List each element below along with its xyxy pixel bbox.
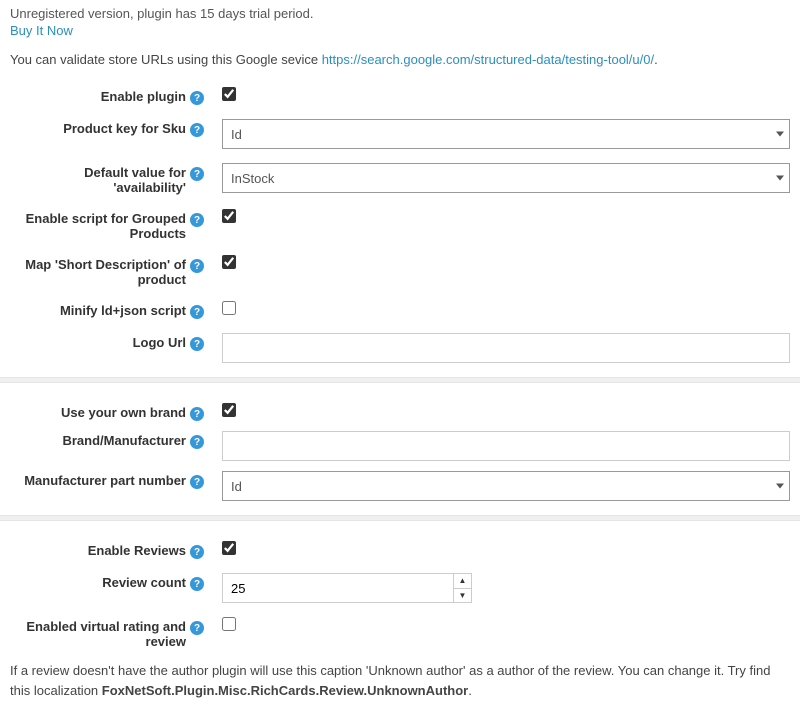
spinner-up-icon[interactable]: ▲ <box>454 574 471 589</box>
note-key: FoxNetSoft.Plugin.Misc.RichCards.Review.… <box>102 683 468 698</box>
enable-plugin-label: Enable plugin <box>101 89 186 104</box>
review-count-stepper[interactable]: ▲ ▼ <box>222 573 472 603</box>
default-availability-label: Default value for 'availability' <box>10 165 186 195</box>
enable-grouped-checkbox[interactable] <box>222 209 236 223</box>
help-icon[interactable]: ? <box>190 91 204 105</box>
minify-label: Minify ld+json script <box>60 303 186 318</box>
validate-url-link[interactable]: https://search.google.com/structured-dat… <box>322 52 654 67</box>
own-brand-label: Use your own brand <box>61 405 186 420</box>
section-divider <box>0 515 800 521</box>
enable-reviews-label: Enable Reviews <box>88 543 186 558</box>
help-icon[interactable]: ? <box>190 545 204 559</box>
trial-notice: Unregistered version, plugin has 15 days… <box>10 6 790 21</box>
help-icon[interactable]: ? <box>190 475 204 489</box>
section-divider <box>0 377 800 383</box>
product-key-select[interactable]: Id <box>222 119 790 149</box>
own-brand-checkbox[interactable] <box>222 403 236 417</box>
help-icon[interactable]: ? <box>190 621 204 635</box>
virtual-rating-checkbox[interactable] <box>222 617 236 631</box>
review-note: If a review doesn't have the author plug… <box>10 661 790 700</box>
validate-suffix: . <box>654 52 658 67</box>
note-suffix: . <box>468 683 472 698</box>
help-icon[interactable]: ? <box>190 305 204 319</box>
manuf-part-select[interactable]: Id <box>222 471 790 501</box>
help-icon[interactable]: ? <box>190 123 204 137</box>
product-key-label: Product key for Sku <box>63 121 186 136</box>
help-icon[interactable]: ? <box>190 407 204 421</box>
buy-link[interactable]: Buy It Now <box>10 23 73 38</box>
review-count-label: Review count <box>102 575 186 590</box>
virtual-rating-label: Enabled virtual rating and review <box>10 619 186 649</box>
review-count-input[interactable] <box>223 574 453 602</box>
help-icon[interactable]: ? <box>190 577 204 591</box>
validate-prefix: You can validate store URLs using this G… <box>10 52 322 67</box>
spinner-down-icon[interactable]: ▼ <box>454 589 471 603</box>
help-icon[interactable]: ? <box>190 259 204 273</box>
help-icon[interactable]: ? <box>190 167 204 181</box>
enable-grouped-label: Enable script for Grouped Products <box>10 211 186 241</box>
logo-url-input[interactable] <box>222 333 790 363</box>
map-short-desc-checkbox[interactable] <box>222 255 236 269</box>
enable-plugin-checkbox[interactable] <box>222 87 236 101</box>
manuf-part-label: Manufacturer part number <box>24 473 186 488</box>
help-icon[interactable]: ? <box>190 435 204 449</box>
enable-reviews-checkbox[interactable] <box>222 541 236 555</box>
help-icon[interactable]: ? <box>190 337 204 351</box>
minify-checkbox[interactable] <box>222 301 236 315</box>
map-short-desc-label: Map 'Short Description' of product <box>10 257 186 287</box>
validate-info: You can validate store URLs using this G… <box>10 52 790 67</box>
default-availability-select[interactable]: InStock <box>222 163 790 193</box>
brand-manuf-label: Brand/Manufacturer <box>62 433 186 448</box>
help-icon[interactable]: ? <box>190 213 204 227</box>
brand-manuf-input[interactable] <box>222 431 790 461</box>
logo-url-label: Logo Url <box>133 335 186 350</box>
